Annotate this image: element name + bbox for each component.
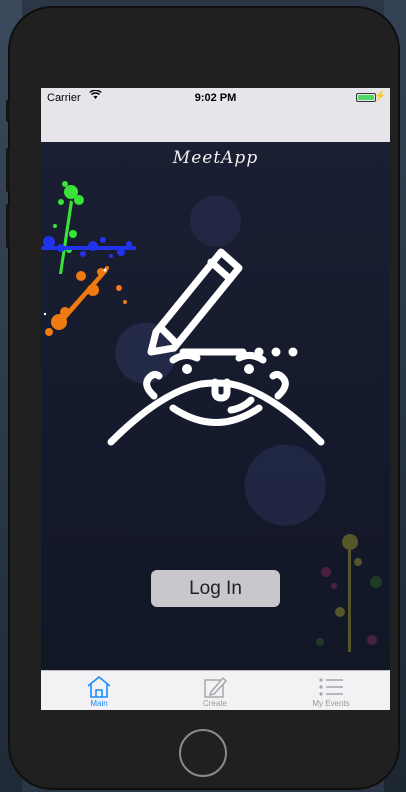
paint-splash-faded [316, 534, 382, 652]
status-time: 9:02 PM [194, 92, 237, 104]
pencil-square-icon [204, 676, 227, 698]
status-bar: Carrier 9:02 PM ⚡ [41, 88, 390, 110]
mute-switch [6, 100, 10, 122]
tab-create[interactable]: Create [157, 671, 273, 710]
home-button[interactable] [179, 729, 227, 777]
tab-main[interactable]: Main [41, 671, 157, 710]
volume-down-button [6, 204, 10, 248]
home-icon [87, 675, 111, 698]
app-logo: MeetApp [172, 148, 259, 168]
tab-my-events-label: My Events [312, 699, 350, 708]
tab-create-label: Create [202, 699, 227, 708]
navigation-bar [41, 110, 390, 143]
device-screen: Carrier 9:02 PM ⚡ MeetApp Log In Main Cr… [41, 88, 390, 710]
volume-up-button [6, 148, 10, 192]
charging-icon: ⚡ [373, 91, 386, 102]
tab-bar: Main Create My Events [41, 670, 390, 710]
battery-fill [358, 95, 374, 100]
face-with-pencil-illustration [107, 248, 325, 446]
tab-my-events[interactable]: My Events [273, 671, 389, 710]
main-content: MeetApp Log In [41, 142, 390, 670]
tab-main-label: Main [90, 699, 108, 708]
login-button[interactable]: Log In [151, 570, 280, 607]
list-icon [319, 678, 343, 696]
